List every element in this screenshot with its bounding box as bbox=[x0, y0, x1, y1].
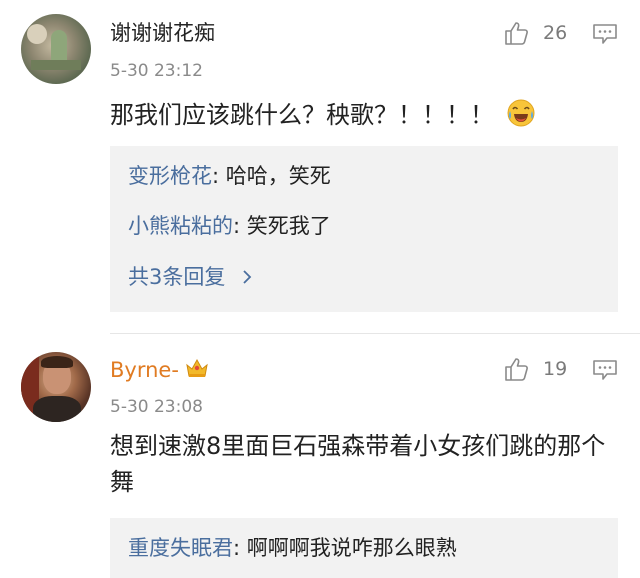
comment-text: 想到速激8里面巨石强森带着小女孩们跳的那个舞 bbox=[110, 432, 606, 496]
comment-item: Byrne- 5-30 23:08 19 想到速激8里面巨石强森带着小女孩们跳的… bbox=[0, 336, 640, 578]
username[interactable]: Byrne- bbox=[110, 357, 209, 383]
reply-separator: : bbox=[233, 214, 247, 238]
like-count: 26 bbox=[543, 22, 568, 44]
reply-separator: : bbox=[212, 164, 226, 188]
timestamp: 5-30 23:08 bbox=[110, 397, 203, 417]
like-button[interactable]: 26 bbox=[503, 19, 567, 47]
chevron-right-icon bbox=[243, 270, 252, 284]
view-all-replies-label: 共3条回复 bbox=[128, 265, 226, 289]
reply-box: 重度失眠君: 啊啊啊我说咋那么眼熟 bbox=[110, 518, 618, 578]
like-button[interactable]: 19 bbox=[503, 355, 567, 383]
reply-item: 变形枪花: 哈哈，笑死 bbox=[128, 162, 331, 190]
divider bbox=[110, 333, 640, 334]
reply-username[interactable]: 重度失眠君 bbox=[128, 536, 233, 560]
reply-separator: : bbox=[233, 536, 247, 560]
comment-item: 谢谢谢花痴 5-30 23:12 26 那我们应该跳什么？秧歌？！！！！ 变形枪… bbox=[0, 0, 640, 330]
reply-text: 哈哈，笑死 bbox=[225, 164, 331, 188]
view-all-replies-link[interactable]: 共3条回复 bbox=[128, 263, 252, 291]
avatar[interactable] bbox=[21, 352, 91, 422]
reply-text: 笑死我了 bbox=[246, 214, 331, 238]
reply-box: 变形枪花: 哈哈，笑死 小熊粘粘的: 笑死我了 共3条回复 bbox=[110, 146, 618, 312]
comment-options-icon[interactable] bbox=[592, 23, 618, 45]
thumbs-up-icon bbox=[505, 358, 528, 381]
laughing-crying-emoji-icon bbox=[507, 99, 535, 127]
reply-username[interactable]: 变形枪花 bbox=[128, 164, 212, 188]
comment-text-content: 那我们应该跳什么？秧歌？！！！！ bbox=[110, 101, 494, 129]
reply-username[interactable]: 小熊粘粘的 bbox=[128, 214, 233, 238]
thumbs-up-icon bbox=[505, 22, 528, 45]
reply-item: 重度失眠君: 啊啊啊我说咋那么眼熟 bbox=[128, 534, 457, 562]
avatar[interactable] bbox=[21, 14, 91, 84]
comment-text: 那我们应该跳什么？秧歌？！！！！ bbox=[110, 97, 620, 133]
timestamp: 5-30 23:12 bbox=[110, 61, 203, 81]
reply-text: 啊啊啊我说咋那么眼熟 bbox=[246, 536, 457, 560]
username[interactable]: 谢谢谢花痴 bbox=[110, 20, 215, 46]
reply-item: 小熊粘粘的: 笑死我了 bbox=[128, 212, 331, 240]
crown-icon bbox=[186, 358, 208, 377]
comment-options-icon[interactable] bbox=[592, 359, 618, 381]
like-count: 19 bbox=[543, 358, 568, 380]
username-text: Byrne- bbox=[110, 358, 179, 382]
